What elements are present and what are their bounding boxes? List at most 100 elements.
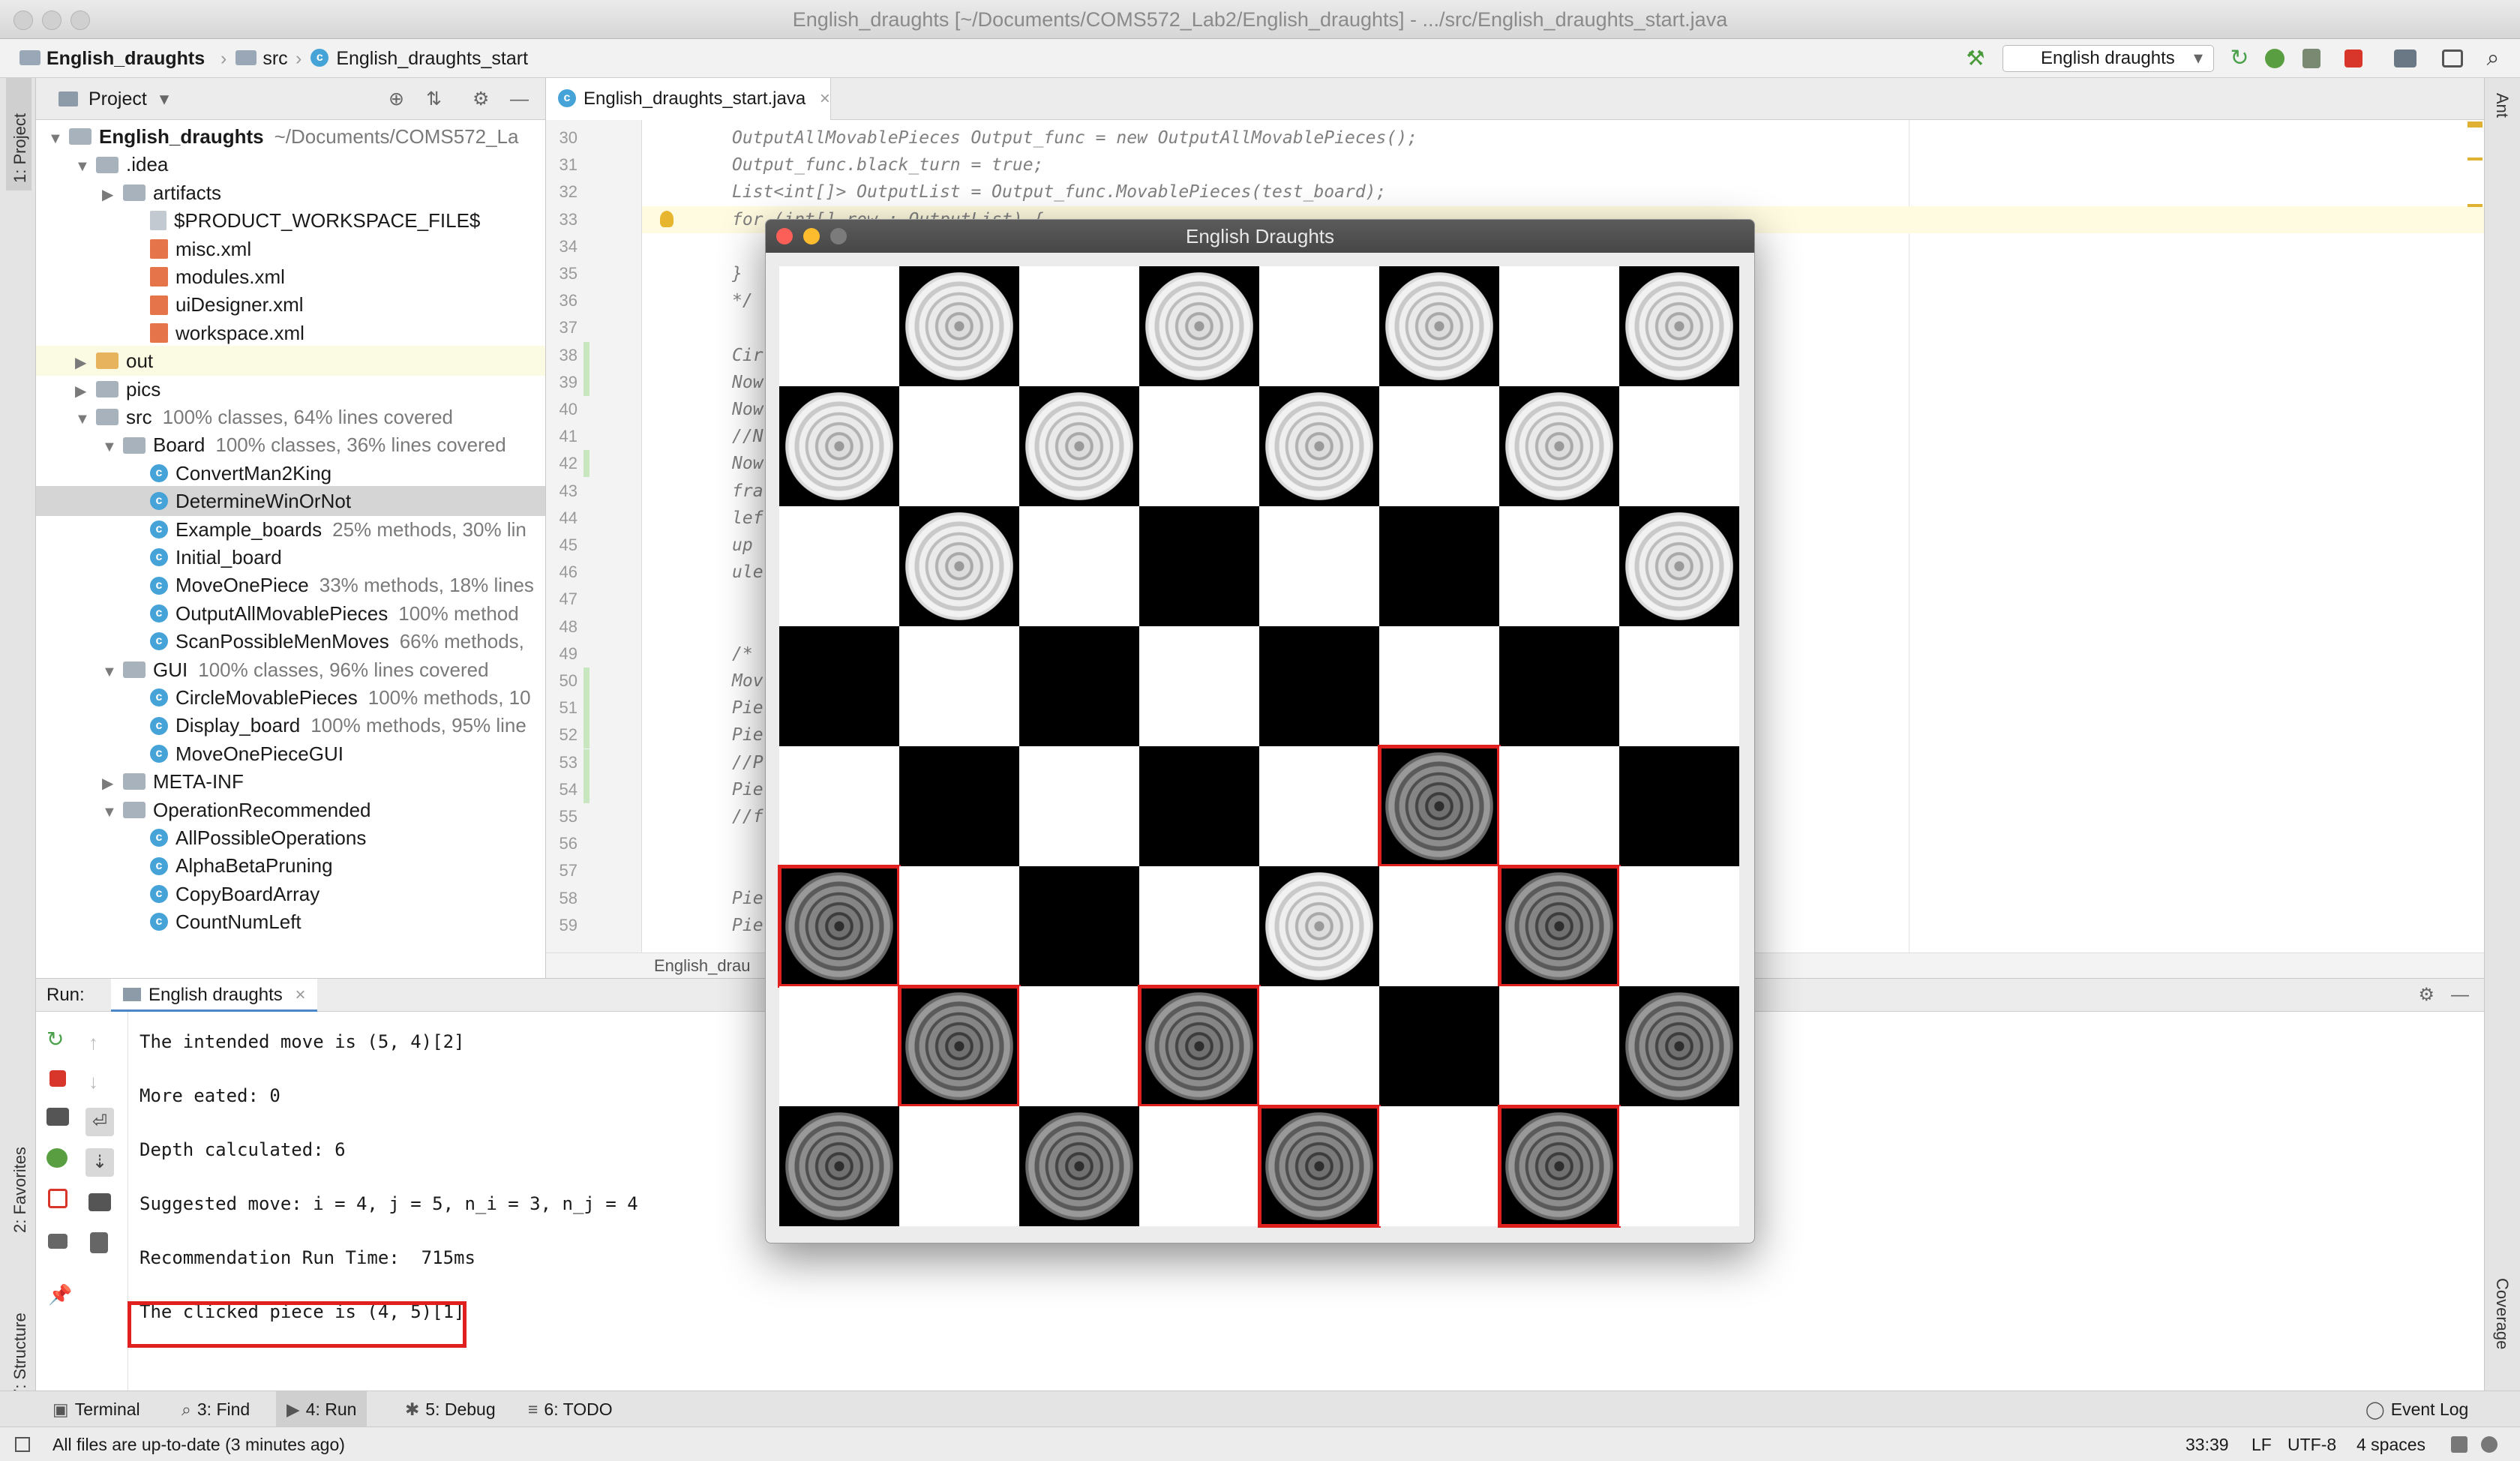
run-configuration-select[interactable]: English draughts ▾ (2002, 45, 2214, 72)
board-square[interactable] (1499, 266, 1619, 386)
warning-marker[interactable] (2468, 122, 2482, 128)
tool-tab-ant[interactable]: Ant (2492, 93, 2512, 118)
change-marker[interactable] (584, 668, 590, 694)
board-square[interactable] (1139, 746, 1259, 866)
change-marker[interactable] (584, 776, 590, 803)
change-marker[interactable] (584, 341, 590, 369)
white-piece[interactable] (1385, 272, 1493, 380)
tree-item[interactable]: c Initial_board (36, 542, 545, 572)
white-piece[interactable] (1625, 272, 1733, 380)
change-marker[interactable] (584, 450, 590, 478)
breadcrumb-file[interactable]: › c English_draughts_start (286, 39, 528, 78)
scroll-to-end-icon[interactable]: ⇣ (86, 1148, 114, 1177)
board-square[interactable] (1259, 986, 1379, 1106)
tree-item[interactable]: ▼ English_draughts ~/Documents/COMS572_La (36, 122, 545, 152)
event-log-button[interactable]: ◯ Event Log (2355, 1391, 2479, 1427)
board-square[interactable] (779, 386, 899, 506)
code-line[interactable]: //P (732, 749, 764, 776)
tool-tab-run[interactable]: ▶ 4: Run (276, 1391, 368, 1427)
white-piece[interactable] (1025, 392, 1133, 500)
board-square[interactable] (899, 626, 1019, 746)
code-line[interactable]: Pie (732, 722, 764, 748)
code-line[interactable]: Now (732, 396, 764, 423)
code-line[interactable]: Output_func.black_turn = true; (732, 152, 1043, 178)
tree-item[interactable]: $PRODUCT_WORKSPACE_FILE$ (36, 206, 545, 236)
tree-item[interactable]: ▼ .idea (36, 149, 545, 179)
layout-icon[interactable] (48, 1234, 68, 1249)
black-piece[interactable] (905, 992, 1013, 1100)
board-square[interactable] (1019, 866, 1139, 986)
board-square[interactable] (898, 985, 1021, 1108)
tree-item[interactable]: c MoveOnePieceGUI (36, 739, 545, 769)
tool-tab-project[interactable]: 1: Project (10, 113, 30, 183)
stop-icon[interactable] (2344, 50, 2362, 68)
tree-item[interactable]: ▶ artifacts (36, 178, 545, 208)
tool-tab-coverage[interactable]: Coverage (2492, 1278, 2512, 1349)
code-line[interactable]: Pie (732, 885, 764, 912)
code-line[interactable]: Pie (732, 694, 764, 722)
trash-icon[interactable] (90, 1232, 108, 1253)
board-square[interactable] (778, 865, 901, 988)
code-line[interactable]: } (732, 260, 742, 287)
code-line[interactable]: fra (732, 478, 764, 505)
close-window-button[interactable] (14, 10, 33, 30)
board-square[interactable] (1379, 986, 1499, 1106)
board-square[interactable] (1139, 266, 1259, 386)
tree-item[interactable]: ▼ OperationRecommended (36, 795, 545, 825)
zoom-window-button[interactable] (70, 10, 90, 30)
debug-bug-icon[interactable] (46, 1148, 68, 1168)
change-marker[interactable] (584, 694, 590, 722)
lightbulb-icon[interactable] (660, 210, 674, 227)
chevron-right-icon[interactable]: ▶ (75, 348, 96, 376)
close-window-button[interactable] (776, 228, 793, 244)
black-piece[interactable] (1625, 992, 1733, 1100)
breadcrumb-src[interactable]: › src (212, 39, 288, 78)
board-square[interactable] (1259, 386, 1379, 506)
chevron-right-icon[interactable]: ▶ (75, 376, 96, 404)
code-line[interactable]: List<int[]> OutputList = Output_func.Mov… (732, 178, 1386, 206)
change-marker[interactable] (584, 722, 590, 749)
debug-bug-icon[interactable] (2265, 49, 2284, 68)
tree-item[interactable]: c Example_boards 25% methods, 30% lin (36, 514, 545, 544)
board-square[interactable] (1498, 865, 1621, 988)
board-square[interactable] (1379, 506, 1499, 626)
lock-icon[interactable] (2451, 1436, 2468, 1453)
black-piece[interactable] (1505, 1112, 1613, 1220)
rerun-icon[interactable]: ↻ (46, 1028, 69, 1051)
code-line[interactable]: /* (732, 640, 753, 668)
board-square[interactable] (1499, 986, 1619, 1106)
exit-icon[interactable] (48, 1189, 68, 1208)
gear-icon[interactable]: ⚙ (2418, 979, 2434, 1012)
board-square[interactable] (779, 266, 899, 386)
rerun-icon[interactable]: ↻ (2228, 46, 2252, 70)
board-square[interactable] (1139, 386, 1259, 506)
print-icon[interactable] (88, 1193, 111, 1211)
code-line[interactable]: Mov (732, 668, 764, 694)
white-piece[interactable] (1265, 872, 1373, 980)
board-square[interactable] (1619, 266, 1739, 386)
white-piece[interactable] (1505, 392, 1613, 500)
board-square[interactable] (899, 866, 1019, 986)
stop-icon[interactable] (50, 1070, 66, 1087)
white-piece[interactable] (905, 272, 1013, 380)
inspector-icon[interactable] (2481, 1436, 2498, 1453)
board-square[interactable] (1619, 506, 1739, 626)
hide-icon[interactable]: — (510, 78, 529, 120)
board-square[interactable] (1379, 866, 1499, 986)
tree-item[interactable]: ▶ META-INF (36, 766, 545, 796)
black-piece[interactable] (1025, 1112, 1133, 1220)
board-square[interactable] (1259, 266, 1379, 386)
board-square[interactable] (1258, 1105, 1381, 1228)
board-square[interactable] (1019, 986, 1139, 1106)
tool-tab-structure[interactable]: 7: Structure (10, 1312, 30, 1398)
black-piece[interactable] (785, 1112, 893, 1220)
tree-item[interactable]: ▼ src 100% classes, 64% lines covered (36, 402, 545, 432)
minimize-window-button[interactable] (42, 10, 62, 30)
black-piece[interactable] (1265, 1112, 1373, 1220)
locate-icon[interactable]: ⊕ (388, 78, 404, 120)
down-arrow-icon[interactable]: ↓ (88, 1070, 111, 1093)
board-square[interactable] (779, 746, 899, 866)
tree-item[interactable]: c CountNumLeft (36, 907, 545, 937)
board-square[interactable] (1259, 506, 1379, 626)
change-marker[interactable] (584, 368, 590, 396)
